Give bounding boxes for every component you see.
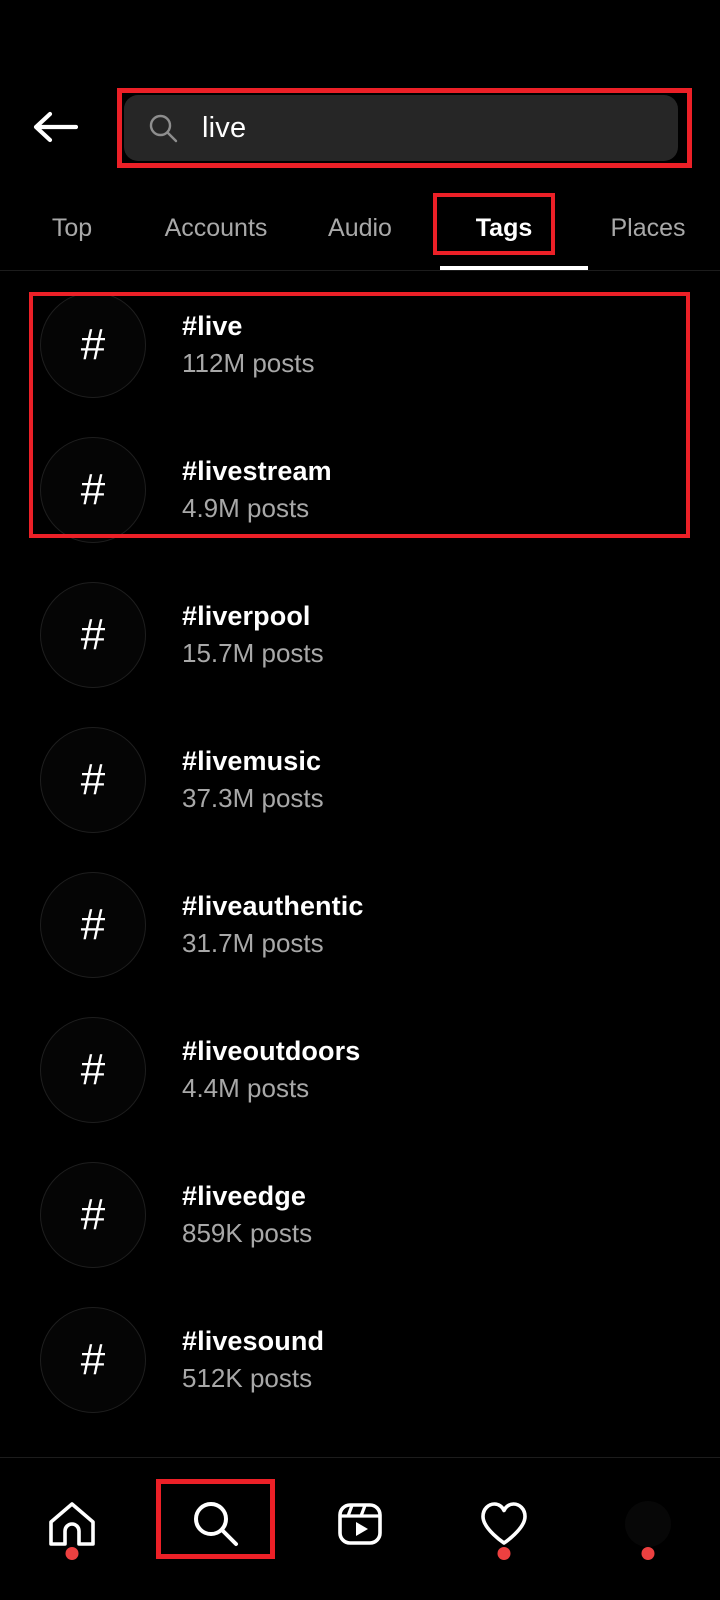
tab-top-label: Top: [51, 213, 93, 242]
list-item-text: #liverpool 15.7M posts: [182, 600, 324, 670]
hashtag-post-count: 512K posts: [182, 1363, 313, 1394]
back-button[interactable]: [24, 98, 86, 156]
nav-reels[interactable]: [288, 1458, 432, 1600]
list-item-text: #livesound 512K posts: [182, 1325, 324, 1395]
list-item[interactable]: # #livestream 4.9M posts: [0, 417, 720, 562]
list-item[interactable]: # #liveoutdoors 4.4M posts: [0, 997, 720, 1142]
hashtag-name: #liveoutdoors: [182, 1035, 361, 1066]
search-tab-bar: Top Accounts Audio Tags Places: [0, 186, 720, 270]
hashtag-post-count: 4.9M posts: [182, 493, 310, 524]
back-arrow-icon: [33, 111, 78, 143]
search-icon: [188, 1496, 244, 1552]
hashtag-glyph: #: [80, 1189, 106, 1239]
tab-tags-label: Tags: [475, 213, 533, 242]
hashtag-post-count: 4.4M posts: [182, 1073, 310, 1104]
hashtag-glyph: #: [80, 464, 106, 514]
list-item-text: #livestream 4.9M posts: [182, 455, 332, 525]
home-icon: [44, 1496, 100, 1552]
hashtag-name: #livesound: [182, 1325, 325, 1356]
tab-tags[interactable]: Tags: [432, 186, 576, 270]
nav-activity[interactable]: [432, 1458, 576, 1600]
activity-notification-dot: [497, 1547, 511, 1560]
list-item-text: #liveedge 859K posts: [182, 1180, 312, 1250]
hashtag-icon: #: [40, 1016, 146, 1123]
hashtag-name: #livestream: [182, 455, 332, 486]
hashtag-post-count: 31.7M posts: [182, 928, 324, 959]
nav-profile[interactable]: [576, 1458, 720, 1600]
hashtag-name: #liveauthentic: [182, 890, 364, 921]
hashtag-glyph: #: [80, 754, 106, 804]
search-header: live: [0, 0, 720, 185]
list-item[interactable]: # #liveedge 859K posts: [0, 1142, 720, 1287]
tab-accounts-label: Accounts: [164, 213, 268, 242]
hashtag-icon: #: [40, 436, 146, 543]
list-item[interactable]: # #live 112M posts: [0, 272, 720, 417]
hashtag-glyph: #: [80, 1044, 106, 1094]
search-input-value[interactable]: live: [202, 112, 246, 145]
list-item-text: #liveoutdoors 4.4M posts: [182, 1035, 360, 1105]
hashtag-icon: #: [40, 1306, 146, 1413]
hashtag-name: #live: [182, 310, 243, 341]
bottom-navigation-bar: [0, 1458, 720, 1600]
list-item-text: #liveauthentic 31.7M posts: [182, 890, 363, 960]
tab-accounts[interactable]: Accounts: [144, 186, 288, 270]
hashtag-glyph: #: [80, 1334, 106, 1384]
hashtag-glyph: #: [80, 899, 106, 949]
tab-top[interactable]: Top: [0, 186, 144, 270]
hashtag-post-count: 15.7M posts: [182, 638, 324, 669]
tab-audio-label: Audio: [328, 213, 392, 242]
hashtag-results-list: # #live 112M posts # #livestream 4.9M po…: [0, 272, 720, 1432]
home-notification-dot: [65, 1547, 79, 1560]
hashtag-icon: #: [40, 291, 146, 398]
tab-audio[interactable]: Audio: [288, 186, 432, 270]
list-item[interactable]: # #liverpool 15.7M posts: [0, 562, 720, 707]
hashtag-name: #livemusic: [182, 745, 322, 776]
search-field[interactable]: live: [124, 95, 678, 161]
list-item[interactable]: # #liveauthentic 31.7M posts: [0, 852, 720, 997]
hashtag-icon: #: [40, 1161, 146, 1268]
hashtag-icon: #: [40, 871, 146, 978]
list-item-text: #live 112M posts: [182, 310, 314, 380]
instagram-search-screen: live Top Accounts Audio Tags Places # #l…: [0, 0, 720, 1600]
hashtag-post-count: 859K posts: [182, 1218, 313, 1249]
reels-icon: [332, 1496, 388, 1552]
nav-search[interactable]: [144, 1458, 288, 1600]
hashtag-post-count: 37.3M posts: [182, 783, 324, 814]
list-item[interactable]: # #livesound 512K posts: [0, 1287, 720, 1432]
hashtag-glyph: #: [80, 319, 106, 369]
hashtag-icon: #: [40, 581, 146, 688]
profile-avatar-icon: [625, 1501, 671, 1547]
hashtag-icon: #: [40, 726, 146, 833]
hashtag-glyph: #: [80, 609, 106, 659]
nav-home[interactable]: [0, 1458, 144, 1600]
hashtag-name: #liveedge: [182, 1180, 306, 1211]
hashtag-name: #liverpool: [182, 600, 311, 631]
tab-places[interactable]: Places: [576, 186, 720, 270]
profile-notification-dot: [641, 1547, 655, 1560]
heart-icon: [476, 1496, 532, 1552]
tab-places-label: Places: [610, 213, 686, 242]
tab-bar-divider: [0, 270, 720, 271]
list-item[interactable]: # #livemusic 37.3M posts: [0, 707, 720, 852]
search-icon: [146, 111, 180, 145]
hashtag-post-count: 112M posts: [182, 348, 315, 379]
list-item-text: #livemusic 37.3M posts: [182, 745, 324, 815]
